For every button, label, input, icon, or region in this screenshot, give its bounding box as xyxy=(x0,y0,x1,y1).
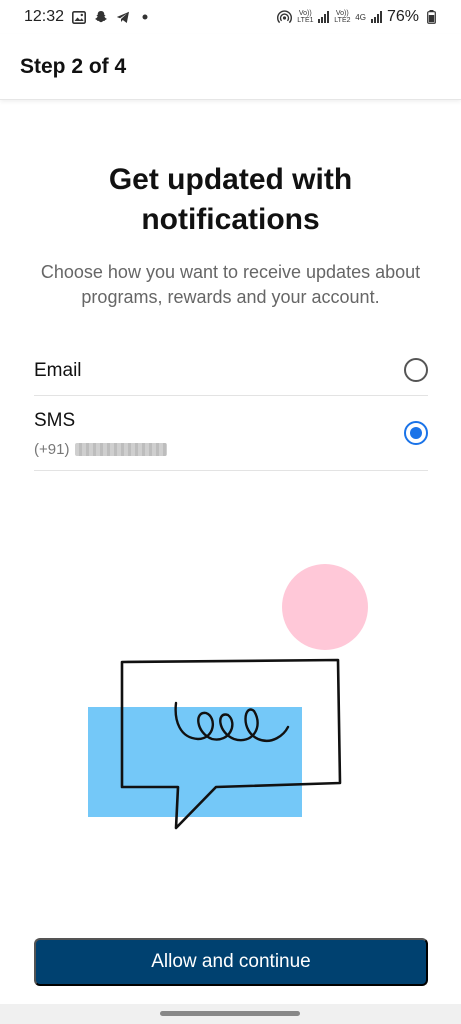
page-title-line-2: notifications xyxy=(141,203,320,236)
battery-percent: 76% xyxy=(386,8,419,25)
top-bar: Step 2 of 4 xyxy=(0,34,461,100)
sms-country-code: (+91) xyxy=(34,441,70,458)
gallery-icon xyxy=(71,10,86,25)
sim1-label: Vo)) LTE1 xyxy=(297,10,314,24)
signal-icon-2 xyxy=(370,11,382,23)
sms-radio[interactable] xyxy=(404,421,428,445)
sms-radio-selected-dot xyxy=(410,427,422,439)
masked-phone-number xyxy=(75,443,168,456)
allow-and-continue-button[interactable]: Allow and continue xyxy=(34,938,428,986)
email-radio[interactable] xyxy=(404,358,428,382)
option-email-label: Email xyxy=(34,360,82,381)
blue-rectangle xyxy=(88,707,302,817)
page-title-line-1: Get updated with xyxy=(108,163,353,196)
status-right: Vo)) LTE1 Vo)) LTE2 4G 76% xyxy=(277,8,439,26)
snapchat-icon xyxy=(93,10,108,25)
page-subtitle: Choose how you want to receive updates a… xyxy=(40,262,421,307)
page-title: Get updated with notifications xyxy=(0,160,461,240)
signal-icon xyxy=(318,11,330,23)
network-type-label: 4G xyxy=(355,12,366,22)
home-gesture-pill[interactable] xyxy=(160,1011,300,1016)
status-time: 12:32 xyxy=(24,8,65,25)
battery-icon xyxy=(424,10,439,25)
telegram-icon xyxy=(115,10,130,25)
option-email[interactable]: Email xyxy=(34,346,428,396)
notification-illustration xyxy=(80,555,380,845)
option-sms-label: SMS xyxy=(34,410,76,431)
option-sms[interactable]: SMS (+91) xyxy=(34,396,428,471)
status-left: 12:32 xyxy=(24,8,152,26)
hotspot-icon xyxy=(277,10,293,25)
system-nav-bar xyxy=(0,1004,461,1024)
pink-circle xyxy=(282,564,368,650)
sms-phone-number: (+91) xyxy=(34,441,168,458)
dot-icon xyxy=(137,10,152,25)
status-bar: 12:32 Vo)) LTE1 Vo)) LTE2 4G 76% xyxy=(0,0,461,34)
step-indicator: Step 2 of 4 xyxy=(20,54,127,78)
sim2-label: Vo)) LTE2 xyxy=(334,10,351,24)
